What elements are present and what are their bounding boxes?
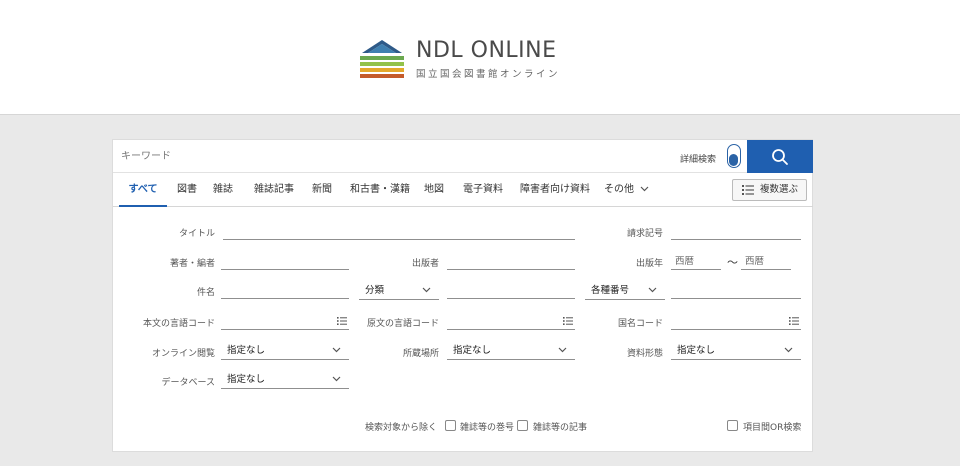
tab-other[interactable]: その他: [604, 173, 656, 207]
original-language-field[interactable]: [447, 314, 575, 330]
text-language-label: 本文の言語コード: [142, 319, 215, 329]
classification-select[interactable]: 分類: [359, 282, 439, 300]
chevron-down-icon: [784, 347, 793, 353]
tab-all[interactable]: すべて: [119, 173, 167, 207]
chevron-down-icon: [648, 287, 657, 293]
call-number-field[interactable]: [671, 224, 801, 240]
number-type-select[interactable]: 各種番号: [585, 282, 665, 300]
original-language-label: 原文の言語コード: [366, 319, 439, 329]
subject-label: 件名: [196, 288, 215, 298]
tab-articles[interactable]: 雑誌記事: [251, 173, 297, 207]
toggle-knob: [729, 154, 738, 166]
list-icon[interactable]: [563, 317, 573, 325]
range-tilde: ～: [727, 256, 738, 269]
advanced-search-toggle[interactable]: [727, 144, 741, 168]
keyword-row: 詳細検索: [113, 140, 813, 173]
publisher-field[interactable]: [447, 254, 575, 270]
chevron-down-icon: [422, 287, 431, 293]
multi-select-button[interactable]: 複数選ぶ: [732, 179, 807, 201]
material-form-select-value: 指定なし: [677, 345, 716, 356]
pub-year-to-field[interactable]: 西暦: [741, 254, 791, 270]
tab-electronic[interactable]: 電子資料: [460, 173, 506, 207]
online-view-select[interactable]: 指定なし: [221, 342, 349, 360]
multi-select-label: 複数選ぶ: [760, 184, 799, 195]
location-select-value: 指定なし: [453, 345, 492, 356]
logo-subtitle: 国立国会図書館オンライン: [416, 69, 561, 80]
publisher-label: 出版者: [411, 259, 439, 269]
country-code-field[interactable]: [671, 314, 801, 330]
database-label: データベース: [161, 378, 215, 388]
exclude-articles-label: 雑誌等の記事: [533, 423, 588, 433]
online-view-label: オンライン閲覧: [151, 349, 215, 359]
or-search-label: 項目間OR検索: [743, 423, 802, 433]
list-icon[interactable]: [789, 317, 799, 325]
author-label: 著者・編者: [169, 259, 215, 269]
ndl-logo-icon: [360, 40, 404, 78]
number-field[interactable]: [671, 283, 801, 299]
site-header: NDL ONLINE 国立国会図書館オンライン: [0, 0, 960, 115]
country-code-label: 国名コード: [617, 319, 663, 329]
list-icon[interactable]: [337, 317, 347, 325]
online-view-select-value: 指定なし: [227, 345, 266, 356]
material-form-label: 資料形態: [626, 349, 663, 359]
material-tabs: すべて 図書 雑誌 雑誌記事 新聞 和古書・漢籍 地図 電子資料 障害者向け資料…: [113, 173, 813, 207]
keyword-input[interactable]: [113, 140, 673, 173]
tab-old-books[interactable]: 和古書・漢籍: [349, 173, 411, 207]
advanced-search-label: 詳細検索: [680, 155, 717, 165]
chevron-down-icon: [332, 376, 341, 382]
subject-field[interactable]: [221, 283, 349, 299]
chevron-down-icon: [558, 347, 567, 353]
location-select[interactable]: 指定なし: [447, 342, 575, 360]
material-form-select[interactable]: 指定なし: [671, 342, 801, 360]
chevron-down-icon: [640, 186, 649, 192]
exclude-articles-checkbox[interactable]: [517, 420, 528, 431]
location-label: 所蔵場所: [402, 349, 439, 359]
call-number-label: 請求記号: [626, 229, 663, 239]
title-field[interactable]: [223, 224, 575, 240]
tab-other-label: その他: [604, 184, 634, 195]
search-icon: [772, 148, 788, 165]
tab-maps[interactable]: 地図: [422, 173, 446, 207]
chevron-down-icon: [332, 347, 341, 353]
number-type-select-value: 各種番号: [591, 285, 630, 296]
tab-books[interactable]: 図書: [175, 173, 199, 207]
or-search-checkbox[interactable]: [727, 420, 738, 431]
search-button[interactable]: [747, 140, 813, 173]
classification-field[interactable]: [447, 283, 575, 299]
database-select[interactable]: 指定なし: [221, 371, 349, 389]
tab-newspapers[interactable]: 新聞: [310, 173, 334, 207]
author-field[interactable]: [221, 254, 349, 270]
pub-year-label: 出版年: [635, 259, 663, 269]
title-label: タイトル: [178, 229, 215, 239]
logo-title: NDL ONLINE: [416, 38, 557, 63]
database-select-value: 指定なし: [227, 374, 266, 385]
exclude-issues-label: 雑誌等の巻号: [460, 423, 515, 433]
exclude-label: 検索対象から除く: [365, 423, 438, 433]
text-language-field[interactable]: [221, 314, 349, 330]
list-icon: [742, 185, 754, 195]
search-panel: 詳細検索 すべて 図書 雑誌 雑誌記事 新聞 和古書・漢籍 地図 電子資料 障害…: [112, 139, 813, 452]
tab-magazines[interactable]: 雑誌: [211, 173, 235, 207]
classification-select-value: 分類: [365, 285, 385, 296]
tab-accessible[interactable]: 障害者向け資料: [519, 173, 591, 207]
exclude-issues-checkbox[interactable]: [445, 420, 456, 431]
pub-year-from-field[interactable]: 西暦: [671, 254, 721, 270]
ndl-logo[interactable]: NDL ONLINE 国立国会図書館オンライン: [358, 38, 560, 80]
